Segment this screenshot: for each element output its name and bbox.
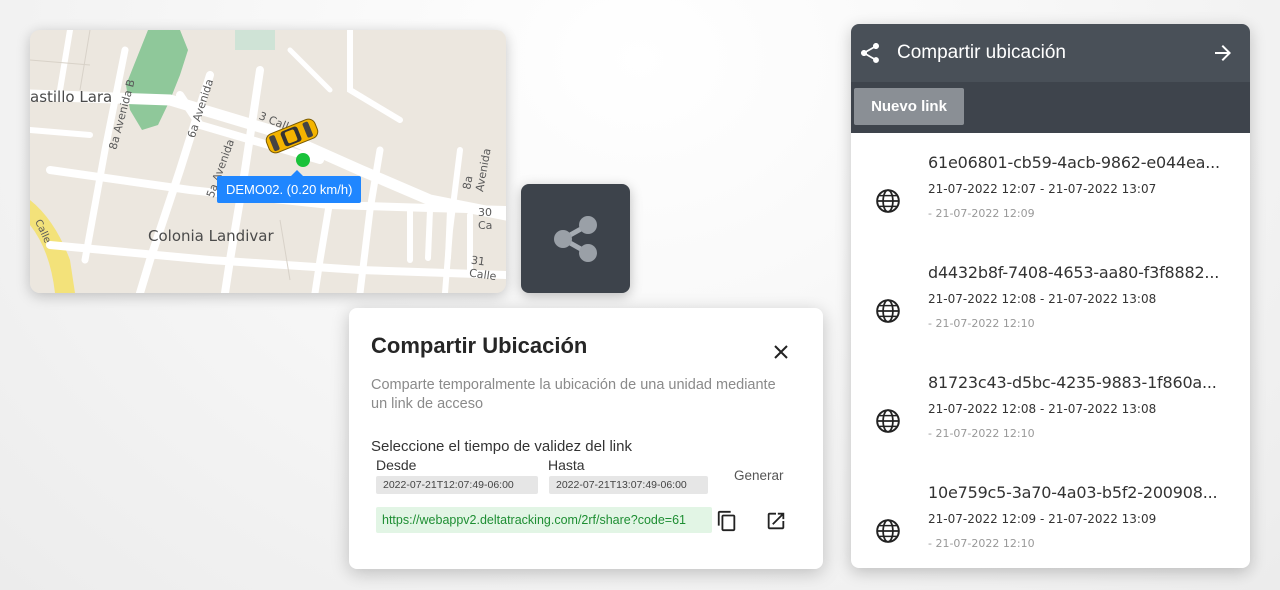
dialog-description: Comparte temporalmente la ubicación de u… [371,377,776,412]
link-created: - 21-07-2022 12:10 [928,537,1035,550]
share-location-dialog: Compartir Ubicación Comparte temporalmen… [349,308,823,569]
globe-icon [876,189,900,213]
globe-icon [876,519,900,543]
link-id: d4432b8f-7408-4653-aa80-f3f8882... [928,263,1220,282]
copy-icon [717,510,736,532]
map-label-31-calle: 31 Calle [468,253,498,284]
link-range: 21-07-2022 12:09 - 21-07-2022 13:09 [928,512,1157,526]
panel-title: Compartir ubicación [897,42,1066,63]
link-id: 61e06801-cb59-4acb-9862-e044ea... [928,153,1220,172]
link-id: 81723c43-d5bc-4235-9883-1f860a... [928,373,1217,392]
map-streets [30,30,506,293]
share-icon [553,215,597,262]
share-icon [861,43,879,63]
validity-prompt: Seleccione el tiempo de validez del link [371,438,632,455]
map-view[interactable]: astillo Lara 8a Avenida B 6a Avenida 3 C… [30,30,506,293]
link-created: - 21-07-2022 12:09 [928,207,1035,220]
link-item[interactable]: 81723c43-d5bc-4235-9883-1f860a... 21-07-… [851,367,1250,477]
panel-header: Compartir ubicación [851,24,1250,82]
hasta-label: Hasta [548,457,585,473]
link-id: 10e759c5-3a70-4a03-b5f2-200908... [928,483,1218,502]
link-created: - 21-07-2022 12:10 [928,317,1035,330]
link-range: 21-07-2022 12:08 - 21-07-2022 13:08 [928,292,1157,306]
desde-label: Desde [376,457,417,473]
map-label-colonia: Colonia Landivar [148,227,274,245]
open-link-button[interactable] [764,509,788,533]
copy-link-button[interactable] [715,509,739,533]
link-item[interactable]: 61e06801-cb59-4acb-9862-e044ea... 21-07-… [851,147,1250,257]
globe-icon [876,299,900,323]
map-label-30-calle: 30 Ca [478,206,493,232]
close-icon [774,345,788,359]
map-label-castillo: astillo Lara [30,88,113,106]
link-range: 21-07-2022 12:08 - 21-07-2022 13:08 [928,402,1157,416]
hasta-field[interactable]: 2022-07-21T13:07:49-06:00 [549,476,708,494]
dialog-title: Compartir Ubicación [371,333,588,358]
arrow-right-icon[interactable] [1211,41,1235,65]
share-link-field[interactable]: https://webappv2.deltatracking.com/2rf/s… [376,507,712,533]
taxi-icon[interactable] [262,118,322,154]
vehicle-tooltip: DEMO02. (0.20 km/h) [217,170,362,203]
link-item[interactable]: 10e759c5-3a70-4a03-b5f2-200908... 21-07-… [851,477,1250,568]
open-in-new-icon [767,512,785,530]
share-location-button[interactable] [521,184,630,293]
share-location-panel: Compartir ubicación Nuevo link 61e06801-… [851,24,1250,568]
link-created: - 21-07-2022 12:10 [928,427,1035,440]
link-item[interactable]: d4432b8f-7408-4653-aa80-f3f8882... 21-07… [851,257,1250,367]
panel-toolbar: Nuevo link [851,82,1250,133]
location-dot-icon [296,153,310,167]
desde-field[interactable]: 2022-07-21T12:07:49-06:00 [376,476,538,494]
generar-button[interactable]: Generar [734,468,784,483]
new-link-button[interactable]: Nuevo link [854,88,964,125]
globe-icon [876,409,900,433]
close-button[interactable] [769,340,793,364]
link-range: 21-07-2022 12:07 - 21-07-2022 13:07 [928,182,1157,196]
